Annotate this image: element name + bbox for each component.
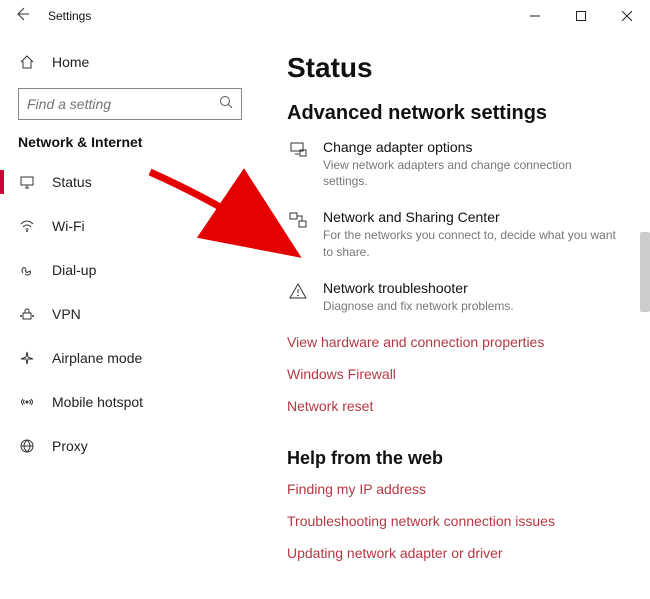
option-change-adapter-options[interactable]: Change adapter options View network adapt… — [287, 139, 642, 189]
main-content: Status Advanced network settings Change … — [265, 32, 650, 599]
nav-item-wi-fi[interactable]: Wi-Fi — [0, 204, 265, 248]
scrollbar[interactable] — [640, 232, 650, 312]
option-network-troubleshooter[interactable]: Network troubleshooter Diagnose and fix n… — [287, 280, 642, 314]
nav-item-label: VPN — [52, 306, 81, 322]
wifi-icon — [18, 218, 36, 234]
nav-item-label: Airplane mode — [52, 350, 142, 366]
link-network-reset[interactable]: Network reset — [287, 398, 642, 414]
back-button[interactable] — [10, 6, 34, 27]
minimize-button[interactable] — [512, 0, 558, 32]
nav-item-mobile-hotspot[interactable]: Mobile hotspot — [0, 380, 265, 424]
nav-list: Status Wi-Fi Dial-up VPN Airplane mode Mobile… — [0, 160, 265, 468]
section-heading: Advanced network settings — [287, 102, 642, 125]
warning-icon — [287, 280, 309, 314]
option-desc: View network adapters and change connect… — [323, 157, 618, 189]
hotspot-icon — [18, 394, 36, 410]
close-button[interactable] — [604, 0, 650, 32]
option-network-and-sharing-center[interactable]: Network and Sharing Center For the networ… — [287, 209, 642, 259]
nav-item-label: Status — [52, 174, 92, 190]
help-link-finding-my-ip-address[interactable]: Finding my IP address — [287, 481, 642, 497]
option-desc: For the networks you connect to, decide … — [323, 227, 618, 259]
link-windows-firewall[interactable]: Windows Firewall — [287, 366, 642, 382]
adapter-icon — [287, 139, 309, 189]
nav-item-airplane-mode[interactable]: Airplane mode — [0, 336, 265, 380]
search-input[interactable] — [27, 96, 219, 112]
search-icon — [219, 95, 233, 114]
home-label: Home — [52, 54, 89, 70]
nav-item-vpn[interactable]: VPN — [0, 292, 265, 336]
home-button[interactable]: Home — [0, 42, 265, 82]
page-title: Status — [287, 52, 642, 84]
home-icon — [18, 54, 36, 70]
category-heading: Network & Internet — [0, 134, 265, 160]
option-title: Network and Sharing Center — [323, 209, 618, 225]
link-view-hardware-and-connection-properties[interactable]: View hardware and connection properties — [287, 334, 642, 350]
nav-item-proxy[interactable]: Proxy — [0, 424, 265, 468]
vpn-icon — [18, 306, 36, 322]
search-field[interactable] — [18, 88, 242, 120]
sharing-icon — [287, 209, 309, 259]
nav-item-label: Dial-up — [52, 262, 96, 278]
option-title: Change adapter options — [323, 139, 618, 155]
nav-item-status[interactable]: Status — [0, 160, 265, 204]
titlebar: Settings — [0, 0, 650, 32]
nav-item-dial-up[interactable]: Dial-up — [0, 248, 265, 292]
nav-item-label: Wi-Fi — [52, 218, 85, 234]
window-title: Settings — [48, 9, 91, 23]
airplane-icon — [18, 350, 36, 366]
nav-item-label: Proxy — [52, 438, 88, 454]
nav-item-label: Mobile hotspot — [52, 394, 143, 410]
status-icon — [18, 174, 36, 190]
option-title: Network troubleshooter — [323, 280, 618, 296]
option-desc: Diagnose and fix network problems. — [323, 298, 618, 314]
proxy-icon — [18, 438, 36, 454]
help-heading: Help from the web — [287, 448, 642, 469]
maximize-button[interactable] — [558, 0, 604, 32]
sidebar: Home Network & Internet Status Wi-Fi Dial-… — [0, 32, 265, 599]
help-link-troubleshooting-network-connection-issues[interactable]: Troubleshooting network connection issue… — [287, 513, 642, 529]
window-controls — [512, 0, 650, 32]
help-link-updating-network-adapter-or-driver[interactable]: Updating network adapter or driver — [287, 545, 642, 561]
dialup-icon — [18, 262, 36, 278]
